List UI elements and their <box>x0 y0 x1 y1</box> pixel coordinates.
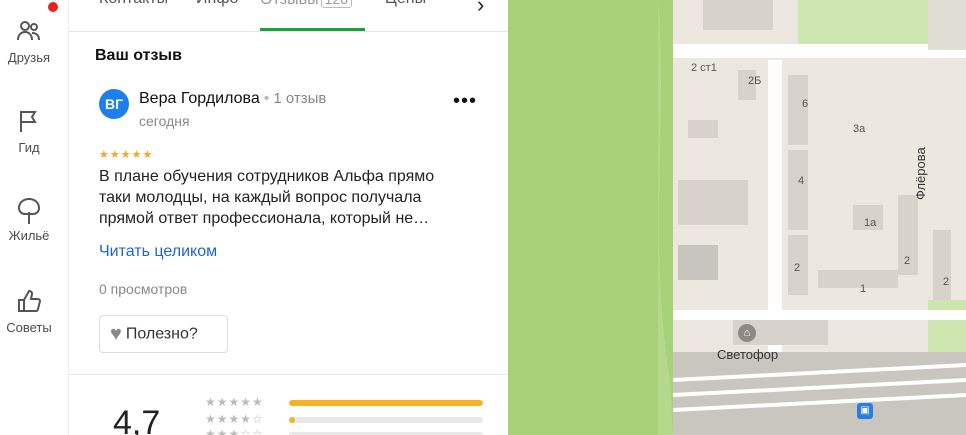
rating-bar <box>289 400 483 406</box>
rail-label-guide: Гид <box>18 140 40 155</box>
map-label: 2 <box>904 255 911 267</box>
useful-button[interactable]: ♥ Полезно? <box>99 315 228 353</box>
active-tab-indicator <box>260 28 365 31</box>
map-label: 4 <box>798 175 805 187</box>
friends-icon <box>0 18 58 44</box>
chevron-right-icon[interactable]: › <box>477 0 484 18</box>
tab-reviews[interactable]: Отзывы126 <box>260 0 352 9</box>
rail-item-housing[interactable]: Жильё <box>0 196 58 243</box>
map-label: 1а <box>864 217 877 229</box>
review-stars: ★★★★★ <box>99 149 154 161</box>
tree-icon <box>0 196 58 226</box>
map-canvas <box>508 0 966 435</box>
heart-icon: ♥ <box>110 322 122 345</box>
rating-row-stars: ★★★★☆ <box>205 412 264 426</box>
rating-bar-fill <box>289 400 483 406</box>
views-count: 0 просмотров <box>99 281 188 297</box>
author-name[interactable]: Вера Гордилова <box>139 90 260 107</box>
section-title: Ваш отзыв <box>95 47 182 64</box>
rating-bar <box>289 417 483 423</box>
avatar[interactable]: ВГ <box>99 89 129 119</box>
map-label: 2 <box>794 262 801 274</box>
map-view[interactable]: 2 ст1 2Б 6 3а 4 1а 2 2 1 2 Флёрова Свето… <box>508 0 966 435</box>
place-panel: Контакты Инфо Отзывы126 Цены › Ваш отзыв… <box>68 0 509 435</box>
left-rail: Друзья Гид Жильё Советы <box>0 0 58 435</box>
rail-label-housing: Жильё <box>8 228 50 243</box>
tab-prices[interactable]: Цены <box>385 0 426 8</box>
more-options-icon[interactable]: ••• <box>453 90 477 113</box>
tab-bar: Контакты Инфо Отзывы126 Цены › <box>69 0 509 32</box>
tab-contacts[interactable]: Контакты <box>99 0 168 8</box>
app-root: Друзья Гид Жильё Советы › Ваш отзыв ВГ В… <box>0 0 966 435</box>
rail-label-friends: Друзья <box>7 50 51 65</box>
map-label: 2 <box>943 276 950 288</box>
map-label: 1 <box>860 283 867 295</box>
tab-fade <box>445 0 475 28</box>
map-label: 2Б <box>748 75 762 87</box>
rating-row-stars: ★★★☆☆ <box>205 427 264 435</box>
rail-label-tips: Советы <box>6 320 52 335</box>
review-author-line: Вера Гордилова • 1 отзыв <box>139 90 326 108</box>
rail-item-guide[interactable]: Гид <box>0 108 58 155</box>
map-label: 6 <box>802 98 809 110</box>
bus-stop-icon[interactable]: ▣ <box>857 403 873 419</box>
notification-dot <box>48 2 58 12</box>
rating-bar-fill <box>289 417 295 423</box>
reviews-count-badge: 126 <box>320 0 352 8</box>
review-date: сегодня <box>139 113 190 129</box>
useful-label: Полезно? <box>125 325 198 342</box>
review-text: В плане обучения сотрудников Альфа прямо… <box>99 168 435 227</box>
author-review-count: 1 отзыв <box>273 90 327 107</box>
map-label: 3а <box>853 123 866 135</box>
poi-label[interactable]: Светофор <box>717 347 778 362</box>
street-label: Флёрова <box>913 147 928 200</box>
flag-icon <box>0 108 58 134</box>
map-label: 2 ст1 <box>691 62 717 74</box>
rail-item-friends[interactable]: Друзья <box>0 18 58 65</box>
rating-value: 4,7 <box>113 404 161 435</box>
divider <box>69 374 509 375</box>
separator-dot: • <box>263 90 270 107</box>
tab-info[interactable]: Инфо <box>196 0 238 8</box>
store-icon[interactable]: ⌂ <box>738 324 756 342</box>
thumbs-up-icon <box>0 288 58 314</box>
read-more-link[interactable]: Читать целиком <box>99 243 217 261</box>
rail-item-tips[interactable]: Советы <box>0 288 58 335</box>
tab-reviews-label: Отзывы <box>260 0 319 8</box>
rating-row-stars: ★★★★★ <box>205 395 264 409</box>
